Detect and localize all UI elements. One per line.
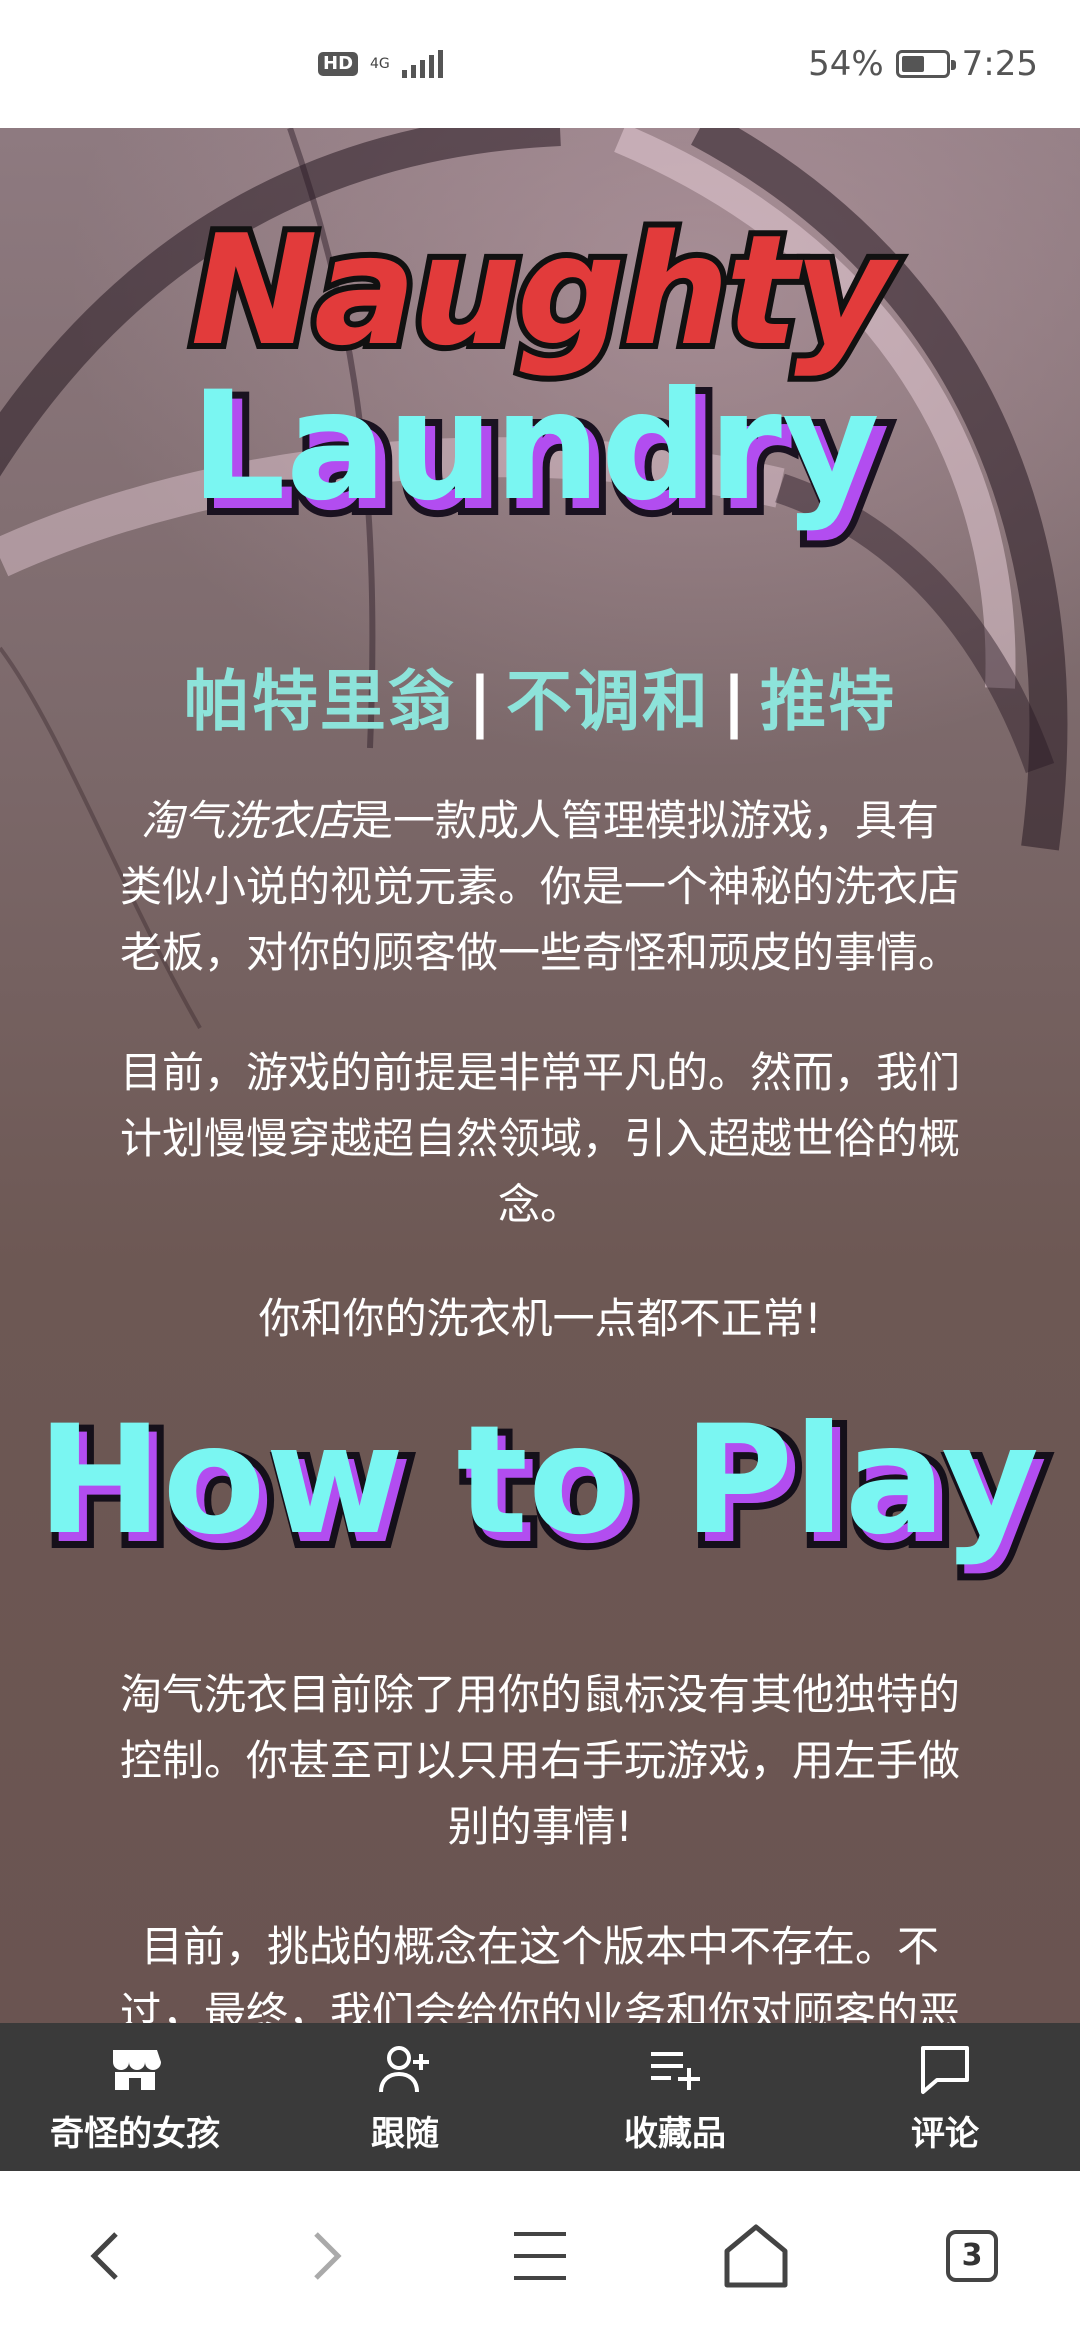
menu-icon <box>514 2231 566 2280</box>
link-twitter[interactable]: 推特 <box>760 663 896 740</box>
chevron-right-icon <box>314 2231 342 2280</box>
menu-button[interactable] <box>480 2196 600 2316</box>
itch-action-bar: 奇怪的女孩 跟随 收藏品 评论 <box>0 2023 1080 2171</box>
controls-paragraph: 淘气洗衣目前除了用你的鼠标没有其他独特的 控制。你甚至可以只用右手玩游戏，用左手… <box>58 1662 1022 1860</box>
logo-word-naughty: Naughty <box>191 202 900 379</box>
add-to-collection-icon <box>651 2051 700 2090</box>
battery-fill <box>901 56 925 72</box>
comments-label: 评论 <box>911 2113 979 2154</box>
controls-line-1: 淘气洗衣目前除了用你的鼠标没有其他独特的 <box>119 1670 960 1719</box>
status-right: 54% 7:25 <box>808 44 1038 84</box>
premise-line-1: 目前，游戏的前提是非常平凡的。然而，我们 <box>119 1048 960 1097</box>
comment-icon <box>921 2045 969 2094</box>
game-title-italic: 淘气洗衣店 <box>140 796 351 845</box>
tagline: 你和你的洗衣机一点都不正常! <box>258 1294 822 1343</box>
status-left: HD 4G <box>318 50 443 78</box>
social-links: 帕特里翁 | 不调和 | 推特 <box>0 648 1080 744</box>
challenge-line-1: 目前，挑战的概念在这个版本中不存在。不 <box>140 1922 939 1971</box>
signal-icon <box>401 50 443 78</box>
link-discord[interactable]: 不调和 <box>506 663 710 740</box>
comments-button[interactable]: 评论 <box>825 2040 1065 2155</box>
logo-word-laundry: Laundry <box>190 360 880 534</box>
premise-line-3: 念。 <box>497 1180 582 1229</box>
link-separator: | <box>467 663 494 740</box>
home-button[interactable] <box>696 2196 816 2316</box>
status-bar: HD 4G 54% 7:25 <box>0 0 1080 128</box>
follow-label: 跟随 <box>371 2113 439 2154</box>
home-icon <box>724 2224 788 2287</box>
how-to-play-text: How to Play <box>37 1394 1039 1568</box>
developer-store-button[interactable]: 奇怪的女孩 <box>15 2040 255 2155</box>
challenge-line-2: 过，最终，我们会给你的业务和你对顾客的恶 <box>119 1988 960 2023</box>
intro-line-1: 淘气洗衣店是一款成人管理模拟游戏，具有 <box>58 788 1022 854</box>
follow-user-icon <box>379 2045 429 2092</box>
premise-line-2: 计划慢慢穿越超自然领域，引入超越世俗的概 <box>119 1114 960 1163</box>
controls-line-2: 控制。你甚至可以只用右手玩游戏，用左手做 <box>119 1736 960 1785</box>
chevron-left-icon <box>90 2231 118 2280</box>
battery-icon <box>895 50 956 78</box>
network-label: 4G <box>370 56 390 72</box>
how-to-play-banner: How to Play How to Play <box>37 1394 1054 1584</box>
hd-badge: HD <box>318 52 359 76</box>
challenge-paragraph: 目前，挑战的概念在这个版本中不存在。不 过，最终，我们会给你的业务和你对顾客的恶 <box>58 1914 1022 2023</box>
intro-line-3: 老板，对你的顾客做一些奇怪和顽皮的事情。 <box>119 928 960 977</box>
link-patreon[interactable]: 帕特里翁 <box>184 663 456 740</box>
tabs-count: 3 <box>946 2229 998 2282</box>
intro-paragraph: 淘气洗衣店是一款成人管理模拟游戏，具有 类似小说的视觉元素。你是一个神秘的洗衣店… <box>58 788 1022 986</box>
network-type: 4G <box>370 57 390 71</box>
intro-line-2: 类似小说的视觉元素。你是一个神秘的洗衣店 <box>119 862 960 911</box>
add-to-collection-button[interactable]: 收藏品 <box>555 2040 795 2155</box>
premise-paragraph: 目前，游戏的前提是非常平凡的。然而，我们 计划慢慢穿越超自然领域，引入超越世俗的… <box>58 1040 1022 1238</box>
forward-button[interactable] <box>264 2196 384 2316</box>
tabs-button[interactable]: 3 <box>912 2196 1032 2316</box>
battery-percent: 54% <box>808 44 884 84</box>
follow-button[interactable]: 跟随 <box>285 2040 525 2155</box>
collection-label: 收藏品 <box>624 2113 726 2154</box>
back-button[interactable] <box>48 2196 168 2316</box>
intro-line-1-text: 是一款成人管理模拟游戏，具有 <box>351 796 940 845</box>
developer-store-label: 奇怪的女孩 <box>50 2113 220 2154</box>
clock: 7:25 <box>961 44 1038 84</box>
game-logo: Naughty Laundry Laundry <box>185 196 910 548</box>
browser-nav-bar: 3 <box>0 2171 1080 2340</box>
controls-line-3: 别的事情! <box>447 1802 633 1851</box>
link-separator: | <box>722 663 749 740</box>
store-icon <box>113 2049 161 2090</box>
game-page-content[interactable]: Naughty Laundry Laundry 帕特里翁 | 不调和 | 推特 淘气洗衣… <box>0 128 1080 2023</box>
